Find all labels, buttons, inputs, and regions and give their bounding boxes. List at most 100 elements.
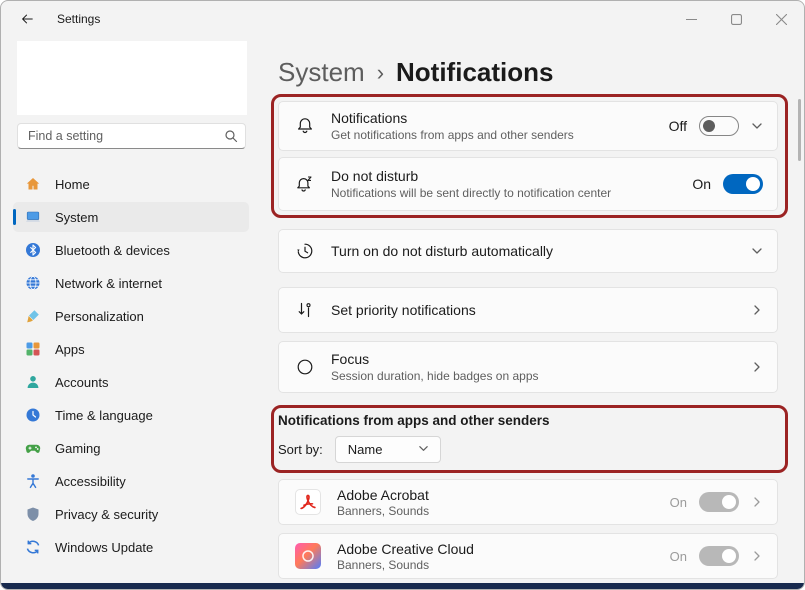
user-profile-redacted: [17, 41, 247, 115]
sidebar-item-label: Gaming: [55, 441, 101, 456]
sort-dropdown-value: Name: [348, 442, 383, 457]
adobe-acrobat-toggle[interactable]: [699, 492, 739, 512]
chevron-down-icon[interactable]: [751, 120, 763, 132]
focus-title: Focus: [331, 351, 751, 367]
bell-sleep-icon: [295, 174, 315, 194]
apps-icon: [25, 341, 41, 357]
notifications-card[interactable]: Notifications Get notifications from app…: [278, 101, 778, 151]
sidebar-item-personalization[interactable]: Personalization: [13, 301, 249, 331]
sidebar-item-home[interactable]: Home: [13, 169, 249, 199]
chevron-right-icon[interactable]: [751, 304, 763, 316]
sidebar-item-system[interactable]: System: [13, 202, 249, 232]
sidebar-item-bluetooth-devices[interactable]: Bluetooth & devices: [13, 235, 249, 265]
sidebar-item-accounts[interactable]: Accounts: [13, 367, 249, 397]
privacy-security-icon: [25, 506, 41, 522]
search-input[interactable]: [17, 123, 246, 149]
sidebar-item-gaming[interactable]: Gaming: [13, 433, 249, 463]
main-content: System › Notifications Notifications Get…: [261, 37, 804, 585]
scrollbar-thumb[interactable]: [798, 99, 801, 161]
sidebar-item-label: Home: [55, 177, 90, 192]
accounts-icon: [25, 374, 41, 390]
sidebar-item-label: Accounts: [55, 375, 108, 390]
sidebar-item-network-internet[interactable]: Network & internet: [13, 268, 249, 298]
network-icon: [25, 275, 41, 291]
bell-icon: [295, 116, 315, 136]
accessibility-icon: [25, 473, 41, 489]
home-icon: [25, 176, 41, 192]
chevron-down-icon[interactable]: [751, 245, 763, 257]
window-title: Settings: [57, 12, 100, 26]
chevron-right-icon[interactable]: [751, 496, 763, 508]
breadcrumb: System › Notifications: [278, 53, 804, 91]
sort-by-label: Sort by:: [278, 442, 323, 457]
apps-section-heading: Notifications from apps and other sender…: [278, 413, 804, 428]
app-name: Adobe Creative Cloud: [337, 541, 670, 557]
app-toggle-label: On: [670, 495, 687, 510]
notifications-toggle-label: Off: [669, 118, 687, 134]
sidebar-item-label: Privacy & security: [55, 507, 158, 522]
breadcrumb-system[interactable]: System: [278, 57, 365, 88]
sidebar-item-label: Network & internet: [55, 276, 162, 291]
notifications-toggle[interactable]: [699, 116, 739, 136]
back-button[interactable]: [11, 4, 43, 34]
sidebar-item-label: System: [55, 210, 98, 225]
sidebar-item-time-language[interactable]: Time & language: [13, 400, 249, 430]
sidebar-item-label: Windows Update: [55, 540, 153, 555]
personalization-icon: [25, 308, 41, 324]
priority-notifications-card[interactable]: Set priority notifications: [278, 287, 778, 333]
app-subtitle: Banners, Sounds: [337, 558, 670, 572]
bluetooth-icon: [25, 242, 41, 258]
app-name: Adobe Acrobat: [337, 487, 670, 503]
app-toggle-label: On: [670, 549, 687, 564]
close-button[interactable]: [759, 2, 804, 37]
notifications-subtitle: Get notifications from apps and other se…: [331, 128, 669, 142]
focus-subtitle: Session duration, hide badges on apps: [331, 369, 751, 383]
settings-window: Settings Home: [0, 0, 805, 590]
chevron-right-icon[interactable]: [751, 361, 763, 373]
dnd-toggle[interactable]: [723, 174, 763, 194]
search-box: [17, 123, 246, 149]
app-row-adobe-acrobat[interactable]: Adobe Acrobat Banners, Sounds On: [278, 479, 778, 525]
dnd-auto-card[interactable]: Turn on do not disturb automatically: [278, 229, 778, 273]
close-icon: [776, 14, 787, 25]
app-row-adobe-creative-cloud[interactable]: Adobe Creative Cloud Banners, Sounds On: [278, 533, 778, 579]
bottom-window-edge: [1, 583, 804, 589]
clock-auto-icon: [295, 241, 315, 261]
sidebar-item-label: Bluetooth & devices: [55, 243, 170, 258]
maximize-button[interactable]: [714, 2, 759, 37]
priority-title: Set priority notifications: [331, 302, 751, 318]
sidebar-nav: Home System Bluetooth & devices Network …: [1, 169, 261, 562]
focus-card[interactable]: Focus Session duration, hide badges on a…: [278, 341, 778, 393]
sidebar-item-apps[interactable]: Apps: [13, 334, 249, 364]
adobe-creative-cloud-icon: [295, 543, 321, 569]
dnd-toggle-label: On: [692, 176, 711, 192]
sidebar-item-windows-update[interactable]: Windows Update: [13, 532, 249, 562]
time-language-icon: [25, 407, 41, 423]
dnd-title: Do not disturb: [331, 168, 692, 184]
system-icon: [25, 209, 41, 225]
sidebar-item-label: Time & language: [55, 408, 153, 423]
dnd-subtitle: Notifications will be sent directly to n…: [331, 186, 692, 200]
sidebar-item-accessibility[interactable]: Accessibility: [13, 466, 249, 496]
focus-moon-icon: [295, 357, 315, 377]
minimize-icon: [686, 14, 697, 25]
adobe-creative-cloud-toggle[interactable]: [699, 546, 739, 566]
maximize-icon: [731, 14, 742, 25]
sidebar-item-label: Apps: [55, 342, 85, 357]
chevron-right-icon[interactable]: [751, 550, 763, 562]
notifications-title: Notifications: [331, 110, 669, 126]
priority-arrows-icon: [295, 300, 315, 320]
titlebar: Settings: [1, 1, 804, 37]
chevron-down-icon: [418, 443, 430, 455]
minimize-button[interactable]: [669, 2, 714, 37]
sidebar-item-label: Accessibility: [55, 474, 126, 489]
sort-dropdown[interactable]: Name: [335, 436, 441, 463]
adobe-acrobat-icon: [295, 489, 321, 515]
sidebar-item-privacy-security[interactable]: Privacy & security: [13, 499, 249, 529]
app-subtitle: Banners, Sounds: [337, 504, 670, 518]
page-title: Notifications: [396, 57, 553, 88]
do-not-disturb-card[interactable]: Do not disturb Notifications will be sen…: [278, 157, 778, 211]
dnd-auto-title: Turn on do not disturb automatically: [331, 243, 751, 259]
breadcrumb-separator: ›: [377, 58, 384, 86]
sidebar-item-label: Personalization: [55, 309, 144, 324]
